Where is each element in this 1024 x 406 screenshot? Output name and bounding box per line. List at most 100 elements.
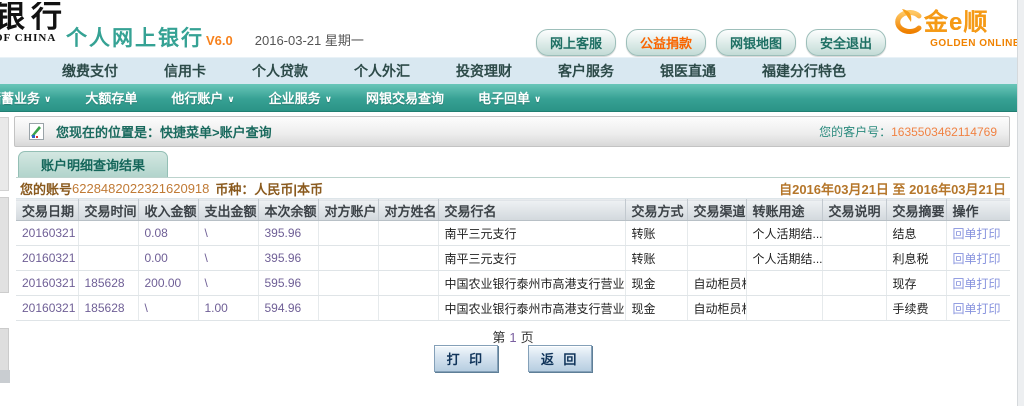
- primary-nav-item[interactable]: 个人外汇: [354, 61, 410, 81]
- table-cell: 395.96: [258, 221, 318, 246]
- quick-link-2[interactable]: 网银地图: [716, 29, 796, 56]
- table-cell: 转账: [625, 246, 687, 271]
- transactions-table: 交易日期交易时间收入金额支出金额本次余额对方账户对方姓名交易行名交易方式交易渠道…: [16, 199, 1010, 321]
- column-header: 交易说明: [822, 200, 886, 221]
- table-cell: 现存: [886, 271, 946, 296]
- left-sidebar-strip[interactable]: [0, 112, 10, 406]
- account-label: 您的账号: [20, 179, 72, 198]
- table-cell: [687, 246, 746, 271]
- table-cell: [378, 221, 438, 246]
- chevron-down-icon: ∨: [44, 94, 51, 104]
- table-cell: 185628: [78, 296, 138, 321]
- secondary-nav-item[interactable]: 企业服务∨: [269, 88, 332, 107]
- scrollbar-strip[interactable]: [1017, 0, 1024, 406]
- page-text-after: 页: [521, 330, 534, 345]
- table-cell: 转账: [625, 221, 687, 246]
- table-cell: 395.96: [258, 246, 318, 271]
- brand-name-cn: 金e顺: [924, 10, 988, 36]
- result-panel: 您的账号6228482022321620918币种：人民币|本币 自2016年0…: [16, 177, 1010, 321]
- table-cell: 现金: [625, 271, 687, 296]
- table-cell: 手续费: [886, 296, 946, 321]
- chevron-down-icon: ∨: [325, 94, 332, 104]
- operation-cell: 回单打印: [946, 221, 1010, 246]
- document-pen-icon: [27, 122, 46, 141]
- primary-nav-item[interactable]: 福建分行特色: [762, 61, 846, 81]
- table-cell: 自动柜员机: [687, 296, 746, 321]
- customer-number-label: 您的客户号：: [819, 125, 891, 139]
- breadcrumb: 您现在的位置是：快捷菜单>账户查询: [56, 122, 272, 141]
- table-cell: [822, 221, 886, 246]
- table-row: 201603210.00\395.96南平三元支行转账个人活期结...利息税回单…: [16, 246, 1010, 271]
- column-header: 转账用途: [746, 200, 822, 221]
- table-cell: 594.96: [258, 296, 318, 321]
- secondary-nav-item[interactable]: 网银交易查询: [366, 88, 444, 107]
- table-cell: [318, 271, 378, 296]
- account-info-bar: 您的账号6228482022321620918币种：人民币|本币 自2016年0…: [16, 178, 1010, 199]
- primary-nav-item[interactable]: 银医直通: [660, 61, 716, 81]
- back-button[interactable]: 返 回: [528, 345, 593, 372]
- table-cell: 个人活期结...: [746, 221, 822, 246]
- primary-nav-item[interactable]: 信用卡: [164, 61, 206, 81]
- table-cell: 南平三元支行: [438, 221, 625, 246]
- column-header: 收入金额: [138, 200, 198, 221]
- primary-nav-item[interactable]: 缴费支付: [62, 61, 118, 81]
- table-cell: [822, 246, 886, 271]
- operation-cell: 回单打印: [946, 246, 1010, 271]
- column-header: 交易时间: [78, 200, 138, 221]
- primary-nav-item[interactable]: 个人贷款: [252, 61, 308, 81]
- secondary-nav-item[interactable]: 大额存单: [85, 88, 137, 107]
- table-cell: 20160321: [16, 271, 78, 296]
- pagination: 第1页: [16, 327, 1010, 346]
- header: 银行 OF CHINA 个人网上银行V6.02016-03-21 星期一 网上客…: [0, 0, 1024, 57]
- version-label: V6.0: [206, 33, 233, 48]
- table-cell: 595.96: [258, 271, 318, 296]
- table-cell: 自动柜员机: [687, 271, 746, 296]
- table-row: 20160321185628\1.00594.96中国农业银行泰州市高港支行营业…: [16, 296, 1010, 321]
- table-cell: [378, 271, 438, 296]
- print-button[interactable]: 打 印: [434, 345, 499, 372]
- table-cell: \: [198, 221, 258, 246]
- column-header: 本次余额: [258, 200, 318, 221]
- column-header: 对方姓名: [378, 200, 438, 221]
- table-cell: [822, 271, 886, 296]
- table-cell: 0.00: [138, 246, 198, 271]
- table-cell: 20160321: [16, 246, 78, 271]
- customer-number-value: 1635503462114769: [891, 125, 997, 139]
- breadcrumb-bar: 您现在的位置是：快捷菜单>账户查询 您的客户号：1635503462114769: [14, 116, 1010, 147]
- primary-nav-item[interactable]: 投资理财: [456, 61, 512, 81]
- quick-link-3[interactable]: 安全退出: [806, 29, 886, 56]
- product-title-block: 个人网上银行V6.02016-03-21 星期一: [66, 22, 364, 52]
- receipt-print-link[interactable]: 回单打印: [953, 252, 1001, 266]
- table-cell: [318, 296, 378, 321]
- table-cell: 结息: [886, 221, 946, 246]
- table-row: 20160321185628200.00\595.96中国农业银行泰州市高港支行…: [16, 271, 1010, 296]
- chevron-down-icon: ∨: [534, 94, 541, 104]
- quick-link-1[interactable]: 公益捐款: [626, 29, 706, 56]
- page: 银行 OF CHINA 个人网上银行V6.02016-03-21 星期一 网上客…: [0, 0, 1024, 406]
- table-cell: 中国农业银行泰州市高港支行营业部: [438, 296, 625, 321]
- column-header: 操作: [946, 200, 1010, 221]
- table-cell: [378, 296, 438, 321]
- column-header: 支出金额: [198, 200, 258, 221]
- quick-link-0[interactable]: 网上客服: [536, 29, 616, 56]
- table-cell: [318, 221, 378, 246]
- table-cell: [318, 246, 378, 271]
- secondary-nav-item[interactable]: 他行账户∨: [171, 88, 234, 107]
- table-cell: [746, 296, 822, 321]
- currency-value: 人民币|本币: [254, 179, 323, 198]
- table-cell: 20160321: [16, 296, 78, 321]
- receipt-print-link[interactable]: 回单打印: [953, 302, 1001, 316]
- secondary-nav-item[interactable]: 电子回单∨: [478, 88, 541, 107]
- customer-number-block: 您的客户号：1635503462114769: [819, 123, 997, 140]
- page-number: 1: [509, 330, 516, 345]
- table-cell: 中国农业银行泰州市高港支行营业部: [438, 271, 625, 296]
- secondary-nav-item[interactable]: 储蓄业务∨: [0, 88, 51, 107]
- receipt-print-link[interactable]: 回单打印: [953, 277, 1001, 291]
- column-header: 交易摘要: [886, 200, 946, 221]
- tab-detail-query-result[interactable]: 账户明细查询结果: [18, 151, 168, 177]
- column-header: 对方账户: [318, 200, 378, 221]
- primary-nav-item[interactable]: 客户服务: [558, 61, 614, 81]
- table-cell: 0.08: [138, 221, 198, 246]
- receipt-print-link[interactable]: 回单打印: [953, 227, 1001, 241]
- tab-label: 账户明细查询结果: [41, 155, 145, 174]
